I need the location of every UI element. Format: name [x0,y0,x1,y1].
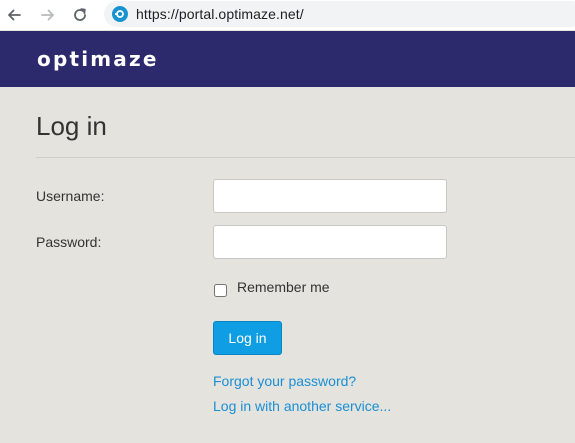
password-input[interactable] [213,225,447,259]
username-input[interactable] [213,179,447,213]
title-divider [36,157,575,158]
address-bar-url: https://portal.optimaze.net/ [136,6,304,22]
other-service-login-link[interactable]: Log in with another service... [213,398,391,414]
site-favicon-icon [112,6,128,22]
forward-button[interactable] [38,5,58,25]
username-label: Username: [36,188,105,204]
site-header: optimaze [0,31,575,87]
password-label: Password: [36,234,102,250]
back-button[interactable] [4,5,24,25]
remember-me-label[interactable]: Remember me [237,279,330,295]
optimaze-logo[interactable]: optimaze [37,47,159,71]
page-title: Log in [36,111,107,141]
address-bar[interactable]: https://portal.optimaze.net/ [104,1,575,27]
forgot-password-link[interactable]: Forgot your password? [213,373,356,389]
remember-me-row: Remember me [213,279,330,297]
reload-button[interactable] [70,5,90,25]
browser-toolbar: https://portal.optimaze.net/ [0,0,575,30]
login-button[interactable]: Log in [213,321,282,355]
arrow-left-icon [8,9,21,21]
arrow-right-icon [41,9,54,21]
reload-icon [74,8,86,21]
remember-me-checkbox[interactable] [214,284,227,297]
